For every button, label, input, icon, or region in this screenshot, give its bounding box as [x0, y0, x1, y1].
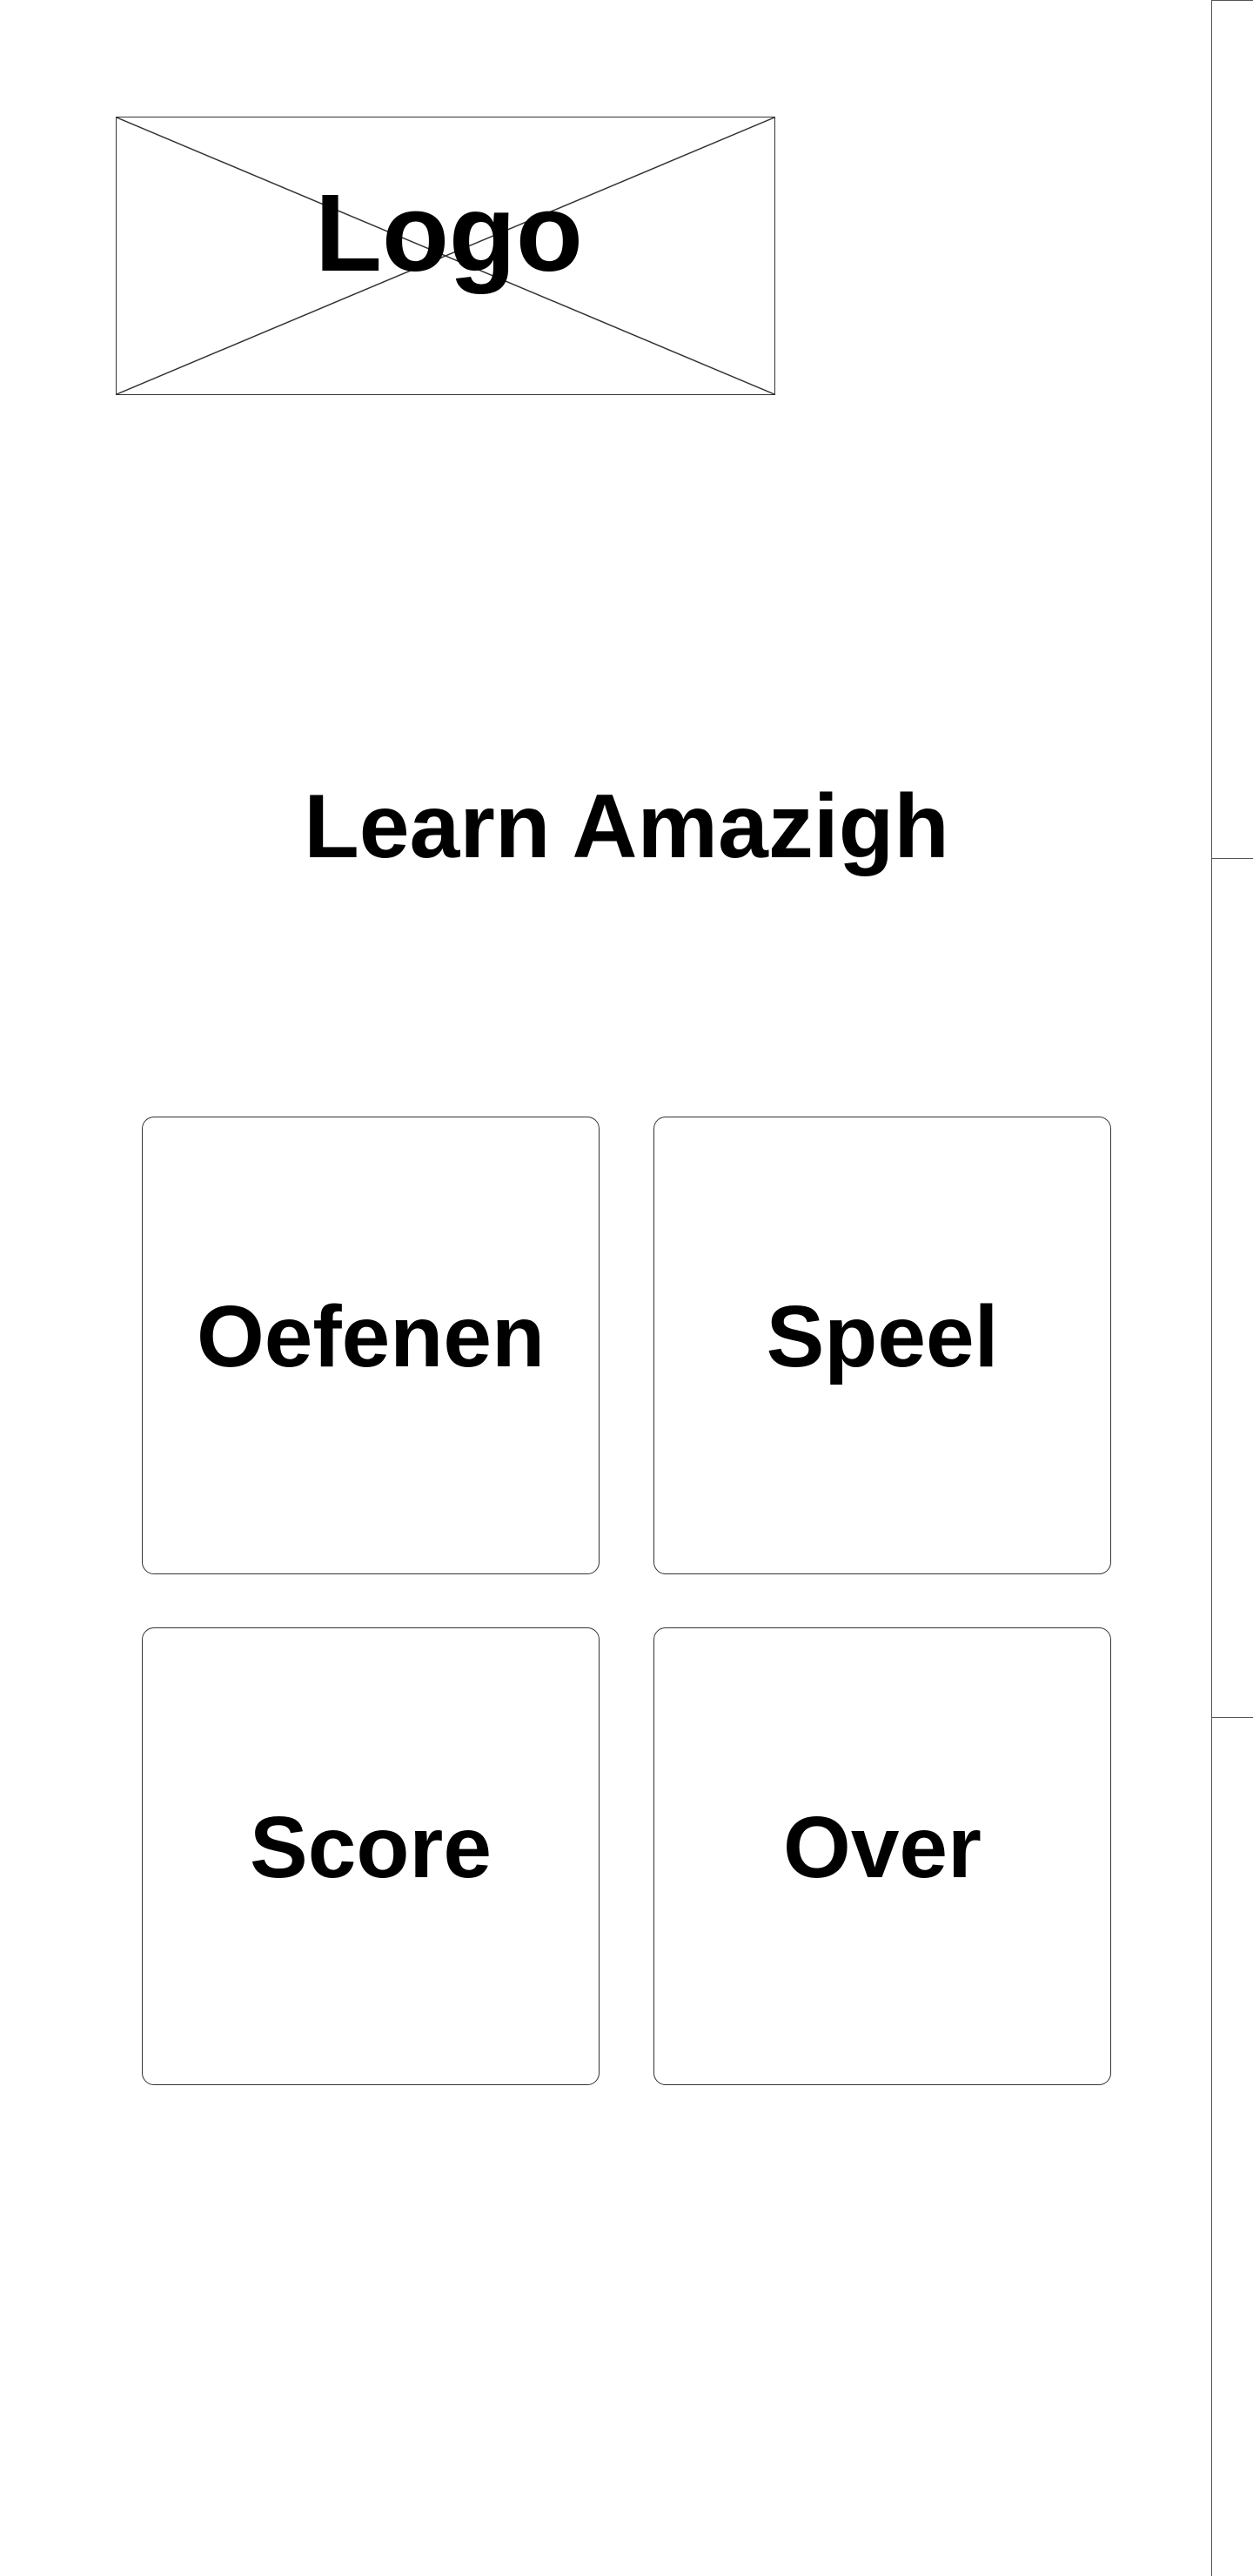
- scrollbar-segment[interactable]: [1212, 0, 1253, 859]
- score-button-label: Score: [250, 1799, 492, 1896]
- about-button[interactable]: Over: [653, 1627, 1111, 2085]
- scrollbar[interactable]: [1211, 0, 1253, 2576]
- play-button[interactable]: Speel: [653, 1117, 1111, 1574]
- practice-button[interactable]: Oefenen: [142, 1117, 600, 1574]
- practice-button-label: Oefenen: [196, 1288, 546, 1385]
- play-button-label: Speel: [766, 1288, 999, 1385]
- scrollbar-segment[interactable]: [1212, 859, 1253, 1718]
- page-title: Learn Amazigh: [304, 776, 949, 877]
- score-button[interactable]: Score: [142, 1627, 600, 2085]
- about-button-label: Over: [783, 1799, 982, 1896]
- scrollbar-segment[interactable]: [1212, 1718, 1253, 2576]
- logo-label: Logo: [315, 171, 583, 294]
